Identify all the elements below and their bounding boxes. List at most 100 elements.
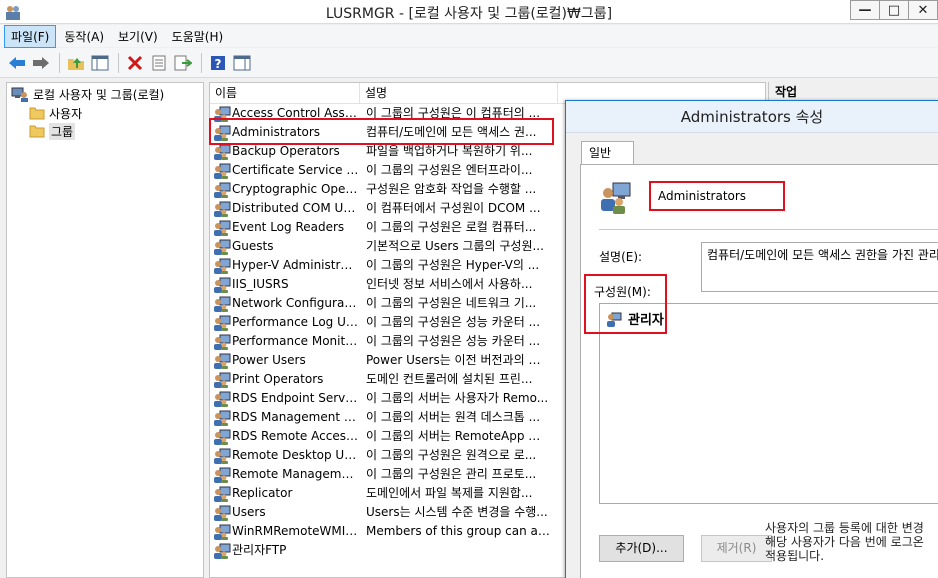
group-description: 이 그룹의 구성원은 성능 카운터 ...	[366, 315, 541, 329]
group-description: 이 그룹의 구성원은 로컬 컴퓨터...	[366, 220, 537, 234]
svg-text:?: ?	[215, 57, 222, 71]
group-icon	[213, 163, 231, 179]
group-name: Distributed COM Users	[232, 201, 359, 215]
group-description: 이 그룹의 구성원은 Hyper-V의 ...	[366, 258, 540, 272]
group-icon	[213, 296, 231, 312]
tree-item-label: 사용자	[49, 106, 83, 121]
group-description: Users는 시스템 수준 변경을 수행...	[366, 505, 548, 519]
menu-file[interactable]: 파일(F)	[4, 24, 57, 48]
column-description[interactable]: 설명	[360, 83, 558, 104]
group-icon	[213, 486, 231, 502]
group-description: 이 컴퓨터에서 구성원이 DCOM ...	[366, 201, 541, 215]
dialog-title: Administrators 속성	[566, 101, 938, 133]
group-icon	[213, 410, 231, 426]
title-bar: LUSRMGR - [로컬 사용자 및 그룹(로컬)₩그룹] — □ ✕	[0, 0, 938, 24]
toolbar: ?	[0, 48, 938, 78]
group-icon	[213, 201, 231, 217]
close-button[interactable]: ✕	[908, 0, 938, 20]
group-description: 이 그룹의 구성원은 네트워크 기...	[366, 296, 537, 310]
note-line: 해당 사용자가 다음 번에 로그온	[765, 535, 924, 549]
group-icon	[213, 372, 231, 388]
show-tree-icon[interactable]	[89, 52, 111, 74]
menu-action[interactable]: 동작(A)	[58, 26, 110, 47]
group-icon	[213, 239, 231, 255]
menu-view[interactable]: 보기(V)	[112, 26, 164, 47]
toolbar-separator	[59, 52, 60, 73]
group-icon	[213, 144, 231, 160]
maximize-button[interactable]: □	[879, 0, 909, 20]
group-icon	[213, 277, 231, 293]
group-description: 이 그룹의 구성원은 엔터프라이...	[366, 163, 533, 177]
group-description: 이 그룹의 서버는 원격 데스크톱 ...	[366, 410, 541, 424]
group-description: 이 그룹의 구성원은 관리 프로토...	[366, 467, 537, 481]
group-name: Hyper-V Administrat...	[232, 258, 359, 272]
group-description: Members of this group can acce...	[366, 524, 550, 538]
group-description: 이 그룹의 서버는 사용자가 Remo...	[366, 391, 549, 405]
group-name: Print Operators	[232, 372, 324, 386]
group-description: 도메인 컨트롤러에 설치된 프린...	[366, 372, 533, 386]
console-tree: 로컬 사용자 및 그룹(로컬) 사용자 그룹	[6, 82, 204, 578]
group-name: Event Log Readers	[232, 220, 345, 234]
tab-panel-general: Administrators 설명(E): 컴퓨터/도메인에 모든 액세스 권한…	[580, 164, 938, 578]
group-description: 이 그룹의 서버는 RemoteApp 프...	[366, 429, 550, 443]
group-icon	[599, 180, 633, 214]
group-icon	[213, 182, 231, 198]
group-name: Cryptographic Operat...	[232, 182, 359, 196]
divider	[599, 229, 938, 230]
group-name: Performance Monitor...	[232, 334, 359, 348]
group-name: RDS Endpoint Servers	[232, 391, 359, 405]
group-name-field: Administrators	[649, 181, 785, 211]
group-icon	[213, 391, 231, 407]
group-description: 인터넷 정보 서비스에서 사용하...	[366, 277, 533, 291]
highlight-administrators-row	[209, 118, 554, 145]
group-name: Power Users	[232, 353, 306, 367]
group-name: Users	[232, 505, 266, 519]
toolbar-separator	[201, 52, 202, 73]
group-description: 도메인에서 파일 복제를 지원합...	[366, 486, 533, 500]
properties-dialog: Administrators 속성 일반 Administrators 설명(E…	[565, 100, 938, 578]
group-icon	[213, 505, 231, 521]
tree-root[interactable]: 로컬 사용자 및 그룹(로컬)	[11, 85, 164, 103]
highlight-members	[584, 274, 667, 334]
show-action-pane-icon[interactable]	[231, 52, 253, 74]
group-name: Certificate Service DC...	[232, 163, 359, 177]
description-label: 설명(E):	[599, 250, 643, 264]
group-icon	[213, 543, 231, 559]
group-icon	[213, 467, 231, 483]
back-arrow-icon[interactable]	[6, 52, 28, 74]
column-name[interactable]: 이름	[210, 83, 360, 104]
group-icon	[213, 524, 231, 540]
group-name: RDS Remote Access ...	[232, 429, 359, 443]
remove-member-button[interactable]: 제거(R)	[701, 535, 772, 562]
up-folder-icon[interactable]	[65, 52, 87, 74]
group-name: IIS_IUSRS	[232, 277, 289, 291]
group-icon	[213, 334, 231, 350]
menu-help[interactable]: 도움말(H)	[166, 26, 230, 47]
properties-icon[interactable]	[148, 52, 170, 74]
help-icon[interactable]: ?	[207, 52, 229, 74]
actions-header: 작업	[769, 82, 938, 102]
tree-root-label: 로컬 사용자 및 그룹(로컬)	[33, 87, 165, 102]
group-icon	[213, 220, 231, 236]
toolbar-separator	[118, 52, 119, 73]
delete-icon[interactable]	[124, 52, 146, 74]
folder-icon	[29, 107, 45, 120]
computer-users-icon	[11, 87, 28, 102]
add-member-button[interactable]: 추가(D)...	[599, 535, 684, 562]
export-list-icon[interactable]	[172, 52, 194, 74]
group-icon	[213, 315, 231, 331]
group-name: Remote Desktop Users	[232, 448, 359, 462]
tab-general[interactable]: 일반	[581, 141, 634, 165]
group-name: Guests	[232, 239, 274, 253]
minimize-button[interactable]: —	[850, 0, 880, 20]
forward-arrow-icon[interactable]	[30, 52, 52, 74]
tree-item-groups[interactable]: 그룹	[29, 122, 76, 140]
group-name: Remote Management...	[232, 467, 359, 481]
group-name: 관리자FTP	[232, 543, 287, 557]
group-description: 이 그룹의 구성원은 원격으로 로...	[366, 448, 537, 462]
tree-item-label: 그룹	[49, 122, 76, 140]
group-name: Replicator	[232, 486, 293, 500]
group-name: WinRMRemoteWMIU...	[232, 524, 359, 538]
description-input[interactable]: 컴퓨터/도메인에 모든 액세스 권한을 가진 관리	[701, 242, 938, 292]
tree-item-users[interactable]: 사용자	[29, 104, 82, 122]
